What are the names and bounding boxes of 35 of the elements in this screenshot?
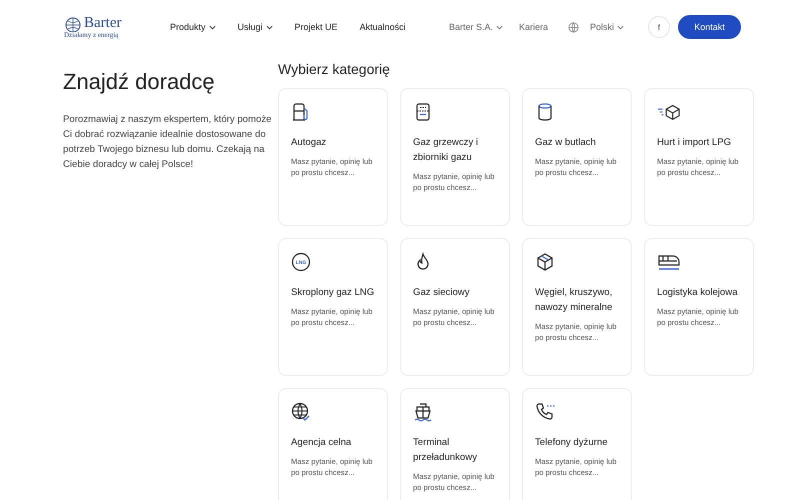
category-title: Agencja celna (291, 436, 352, 450)
intro-paragraph: Porozmawiaj z naszym ekspertem, który pomoże Ci dobrać rozwiązanie idealnie dostosowane do potrzeb Twojego biznesu lub domu. Czekają na Ciebie doradcy w całej Polsce! (63, 113, 272, 172)
category-title: Skroplony gaz LNG (291, 286, 376, 300)
phone-icon (535, 402, 555, 422)
globe-icon (568, 22, 579, 32)
category-title: Gaz grzewczy i zbiorniki gazu (413, 136, 480, 165)
contact-button[interactable]: Kontakt (678, 15, 741, 39)
category-title: Autogaz (291, 136, 328, 150)
nav-link[interactable]: Produkty (170, 22, 216, 32)
career-link[interactable]: Kariera (518, 22, 548, 32)
caret-icon (617, 24, 624, 30)
moving-box-icon (657, 102, 681, 122)
caret-icon (496, 24, 503, 30)
category-title: Gaz w butlach (535, 136, 597, 150)
page-title: Znajdź doradcę (63, 68, 216, 96)
caret-icon (208, 24, 216, 30)
logo-name: Barter (84, 16, 122, 30)
nav-link[interactable]: Usługi (238, 22, 273, 32)
nav-link[interactable]: Projekt UE (294, 22, 338, 32)
globe-logo-icon (63, 16, 83, 32)
category-title: Terminal przeładunkowy (413, 436, 478, 465)
section-title: Wybierz kategorię (278, 60, 391, 78)
ship-icon (413, 402, 433, 422)
category-title: Telefony dyżurne (535, 436, 609, 450)
category-title: Węgiel, kruszywo, nawozy mineralne (535, 286, 614, 315)
box-icon (535, 252, 555, 272)
category-title: Gaz sieciowy (413, 286, 471, 300)
language-selector[interactable]: Polski (590, 22, 624, 32)
globe-check-icon (291, 402, 311, 422)
nav-link[interactable]: Aktualności (360, 22, 406, 32)
facebook-button[interactable]: f (648, 16, 670, 38)
caret-icon (266, 24, 273, 30)
category-title: Hurt i import LPG (657, 136, 732, 150)
category-title: Logistyka kolejowa (657, 286, 739, 300)
company-link[interactable]: Barter S.A. (448, 22, 503, 32)
